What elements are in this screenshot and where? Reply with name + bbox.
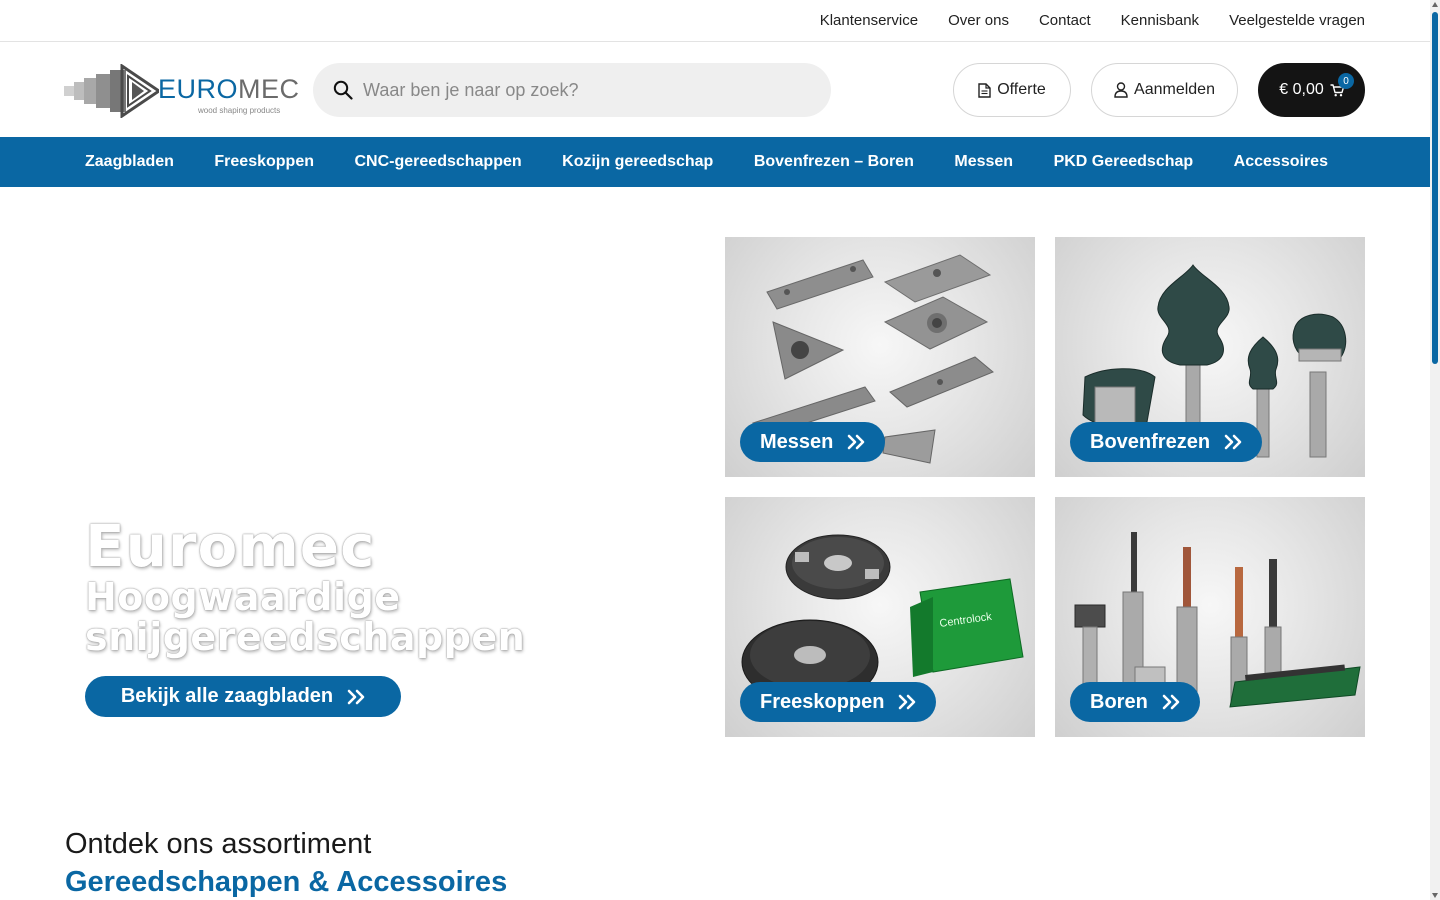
tile-button-messen[interactable]: Messen (740, 422, 886, 462)
hero-heading: Euromec Hoogwaardige snijgereedschappen (85, 515, 685, 657)
logo-wordmark: EUROMEC (158, 74, 300, 104)
link-klantenservice[interactable]: Klantenservice (820, 12, 918, 29)
document-icon (978, 82, 991, 98)
double-chevron-right-icon (1162, 694, 1180, 710)
hero-title: Euromec (85, 512, 376, 580)
search-bar[interactable] (313, 63, 831, 117)
page-scrollbar[interactable] (1430, 0, 1440, 900)
tile-button-boren[interactable]: Boren (1070, 682, 1200, 722)
tile-label-boren: Boren (1090, 690, 1148, 713)
hero-subtitle-line1: Hoogwaardige (85, 575, 401, 619)
nav-item-kozijn-gereedschap[interactable]: Kozijn gereedschap (562, 153, 713, 171)
login-button[interactable]: Aanmelden (1091, 63, 1238, 117)
tile-label-messen: Messen (760, 430, 834, 453)
offerte-label: Offerte (997, 81, 1046, 98)
offerte-button[interactable]: Offerte (953, 63, 1071, 117)
double-chevron-right-icon (899, 694, 916, 710)
search-input[interactable] (363, 63, 813, 117)
cart-button[interactable]: € 0,00 0 (1258, 63, 1365, 117)
utility-links: Klantenservice Over ons Contact Kennisba… (820, 0, 1365, 41)
nav-item-zaagbladen[interactable]: Zaagbladen (85, 153, 174, 171)
logo-tagline: wood shaping products (198, 106, 281, 115)
cart-count-badge: 0 (1338, 73, 1354, 89)
nav-item-pkd-gereedschap[interactable]: PKD Gereedschap (1054, 153, 1194, 171)
double-chevron-right-icon (1224, 434, 1242, 450)
nav-item-bovenfrezen-boren[interactable]: Bovenfrezen – Boren (754, 153, 914, 171)
tile-button-bovenfrezen[interactable]: Bovenfrezen (1070, 422, 1263, 462)
site-header: EUROMEC wood shaping products Offerte Aa… (0, 42, 1430, 137)
search-icon[interactable] (333, 80, 353, 100)
link-faq[interactable]: Veelgestelde vragen (1229, 12, 1365, 29)
nav-item-accessoires[interactable]: Accessoires (1234, 153, 1328, 171)
hero-cta-label: Bekijk alle zaagbladen (120, 685, 334, 707)
logo-mark-icon (64, 63, 162, 119)
tile-button-freeskoppen[interactable]: Freeskoppen (740, 682, 937, 722)
category-tile-freeskoppen[interactable]: Centrolock Freeskoppen (725, 497, 1035, 737)
link-over-ons[interactable]: Over ons (948, 12, 1009, 29)
category-tile-messen[interactable]: Messen (725, 237, 1035, 477)
category-tile-boren[interactable]: Boren (1055, 497, 1365, 737)
section-kicker: Ontdek ons assortiment (65, 828, 372, 860)
user-icon (1114, 82, 1128, 98)
nav-item-messen[interactable]: Messen (954, 153, 1013, 171)
view-all-saw-blades-button[interactable]: Bekijk alle zaagbladen (85, 676, 401, 717)
login-label: Aanmelden (1134, 81, 1215, 98)
section-title: Gereedschappen & Accessoires (65, 866, 508, 898)
scrollbar-thumb[interactable] (1432, 12, 1438, 364)
tile-label-bovenfrezen: Bovenfrezen (1090, 430, 1211, 453)
logo[interactable]: EUROMEC wood shaping products (64, 63, 299, 119)
scroll-down-arrow-icon[interactable] (1432, 893, 1438, 898)
top-utility-bar: Klantenservice Over ons Contact Kennisba… (0, 0, 1430, 42)
cart-total: € 0,00 (1279, 81, 1324, 98)
nav-item-freeskoppen[interactable]: Freeskoppen (214, 153, 314, 171)
double-chevron-right-icon (347, 689, 365, 704)
main-navigation: Zaagbladen Freeskoppen CNC-gereedschappe… (0, 137, 1430, 187)
hero-subtitle-line2: snijgereedschappen (85, 615, 526, 659)
link-kennisbank[interactable]: Kennisbank (1121, 12, 1199, 29)
nav-item-cnc-gereedschappen[interactable]: CNC-gereedschappen (355, 153, 522, 171)
double-chevron-right-icon (848, 434, 865, 450)
scroll-up-arrow-icon[interactable] (1432, 2, 1438, 7)
link-contact[interactable]: Contact (1039, 12, 1091, 29)
tile-label-freeskoppen: Freeskoppen (760, 690, 885, 713)
category-tile-bovenfrezen[interactable]: Bovenfrezen (1055, 237, 1365, 477)
